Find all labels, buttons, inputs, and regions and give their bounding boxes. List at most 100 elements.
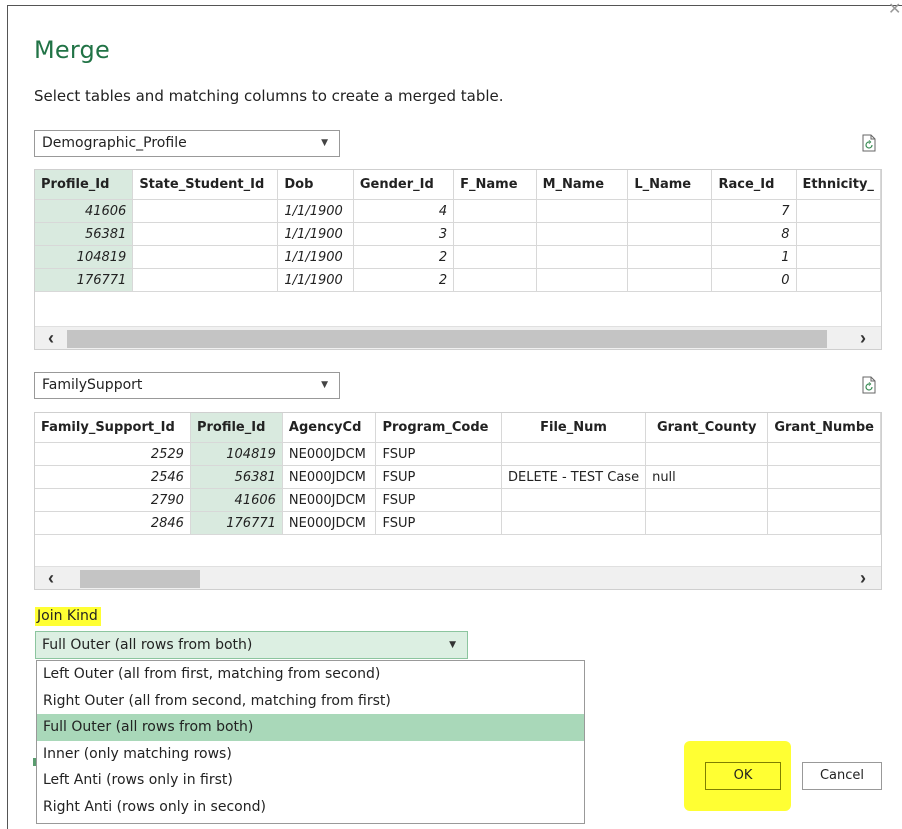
table1-header-row: Profile_Id State_Student_Id Dob Gender_I… [35, 170, 881, 200]
column-header-grant-county[interactable]: Grant_County [645, 413, 769, 443]
table-row: 176771 1/1/1900 2 0 [35, 268, 881, 292]
column-header-dob[interactable]: Dob [277, 170, 354, 200]
chevron-right-icon[interactable]: › [851, 567, 875, 589]
table-row: 56381 1/1/1900 3 8 [35, 222, 881, 246]
table-cell: DELETE - TEST Case [501, 465, 647, 489]
close-icon[interactable]: ✕ [888, 2, 902, 18]
column-header-state-student-id[interactable]: State_Student_Id [132, 170, 279, 200]
column-header-ethnicity[interactable]: Ethnicity_ [796, 170, 881, 200]
join-option-right-anti[interactable]: Right Anti (rows only in second) [37, 794, 584, 821]
table-cell [796, 268, 881, 292]
join-option-full-outer[interactable]: Full Outer (all rows from both) [37, 714, 584, 741]
table-cell: 2 [353, 268, 455, 292]
table-cell [536, 268, 629, 292]
scrollbar-thumb[interactable] [67, 330, 827, 348]
table2-select[interactable]: FamilySupport ▼ [34, 372, 340, 399]
table1-select[interactable]: Demographic_Profile ▼ [34, 130, 340, 157]
join-option-left-anti[interactable]: Left Anti (rows only in first) [37, 767, 584, 794]
cancel-button[interactable]: Cancel [802, 762, 882, 790]
table-cell: 176771 [190, 511, 283, 535]
chevron-down-icon: ▼ [321, 138, 328, 148]
table-cell: NE000JDCM [282, 465, 377, 489]
table-cell [796, 245, 881, 269]
table2-grid: Family_Support_Id Profile_Id AgencyCd Pr… [35, 413, 881, 535]
scrollbar-thumb[interactable] [80, 570, 200, 588]
table-row: 2546 56381 NE000JDCM FSUP DELETE - TEST … [35, 465, 881, 489]
join-kind-select[interactable]: Full Outer (all rows from both) ▼ [35, 631, 468, 659]
table-cell [536, 199, 629, 223]
table-row: 41606 1/1/1900 4 7 [35, 199, 881, 223]
dialog-title: Merge [34, 36, 110, 64]
column-header-agencycd[interactable]: AgencyCd [282, 413, 377, 443]
join-option-inner[interactable]: Inner (only matching rows) [37, 741, 584, 768]
table-cell: 7 [711, 199, 797, 223]
table-cell: 104819 [190, 442, 283, 466]
table-cell: 1/1/1900 [277, 268, 354, 292]
table-row: 2846 176771 NE000JDCM FSUP [35, 511, 881, 535]
column-header-profile-id[interactable]: Profile_Id [35, 170, 134, 200]
refresh-icon[interactable] [861, 376, 877, 394]
table-cell [132, 245, 279, 269]
dialog-subtitle: Select tables and matching columns to cr… [34, 87, 504, 105]
table-cell [453, 245, 537, 269]
table-cell: 176771 [35, 268, 134, 292]
table-cell: 1/1/1900 [277, 199, 354, 223]
table2-header-row: Family_Support_Id Profile_Id AgencyCd Pr… [35, 413, 881, 443]
join-option-right-outer[interactable]: Right Outer (all from second, matching f… [37, 688, 584, 715]
table-cell [796, 222, 881, 246]
table1-horizontal-scrollbar[interactable]: ‹ › [35, 326, 881, 349]
table-cell: 0 [711, 268, 797, 292]
ok-button[interactable]: OK [705, 762, 781, 790]
table-cell: 3 [353, 222, 455, 246]
column-header-gender-id[interactable]: Gender_Id [353, 170, 455, 200]
table-cell [796, 199, 881, 223]
column-header-race-id[interactable]: Race_Id [711, 170, 797, 200]
table-cell [132, 222, 279, 246]
merge-dialog: ✕ Merge Select tables and matching colum… [7, 2, 902, 829]
table-cell [453, 222, 537, 246]
chevron-down-icon: ▼ [321, 380, 328, 390]
column-header-family-support-id[interactable]: Family_Support_Id [35, 413, 191, 443]
table-cell: FSUP [375, 442, 502, 466]
join-option-left-outer[interactable]: Left Outer (all from first, matching fro… [37, 661, 584, 688]
table-cell: 41606 [35, 199, 134, 223]
table2-horizontal-scrollbar[interactable]: ‹ › [35, 566, 881, 589]
table-cell [767, 488, 881, 512]
table-cell: 1 [711, 245, 797, 269]
column-header-profile-id[interactable]: Profile_Id [190, 413, 283, 443]
table-cell [453, 268, 537, 292]
table-cell: 41606 [190, 488, 283, 512]
table-cell: 2529 [35, 442, 191, 466]
chevron-right-icon[interactable]: › [851, 327, 875, 349]
column-header-l-name[interactable]: L_Name [627, 170, 713, 200]
table-cell [501, 511, 647, 535]
column-header-program-code[interactable]: Program_Code [375, 413, 502, 443]
table-cell [645, 442, 769, 466]
table-cell: 2 [353, 245, 455, 269]
column-header-file-num[interactable]: File_Num [501, 413, 647, 443]
table-cell [627, 199, 713, 223]
chevron-left-icon[interactable]: ‹ [39, 327, 63, 349]
table1-grid: Profile_Id State_Student_Id Dob Gender_I… [35, 170, 881, 292]
table-cell: 8 [711, 222, 797, 246]
table-cell: FSUP [375, 465, 502, 489]
table-cell: 56381 [190, 465, 283, 489]
column-header-m-name[interactable]: M_Name [536, 170, 629, 200]
table-cell [767, 442, 881, 466]
table-cell [453, 199, 537, 223]
table-cell: NE000JDCM [282, 442, 377, 466]
table-cell [627, 268, 713, 292]
column-header-f-name[interactable]: F_Name [453, 170, 537, 200]
table-cell [645, 511, 769, 535]
table-cell: NE000JDCM [282, 488, 377, 512]
column-header-grant-number[interactable]: Grant_Numbe [767, 413, 881, 443]
chevron-down-icon: ▼ [449, 640, 456, 650]
table-cell [132, 199, 279, 223]
join-kind-dropdown-list: Left Outer (all from first, matching fro… [36, 660, 585, 824]
refresh-icon[interactable] [861, 134, 877, 152]
table-cell [501, 488, 647, 512]
chevron-left-icon[interactable]: ‹ [39, 567, 63, 589]
table-cell [645, 488, 769, 512]
table-cell: 1/1/1900 [277, 222, 354, 246]
table-cell [132, 268, 279, 292]
